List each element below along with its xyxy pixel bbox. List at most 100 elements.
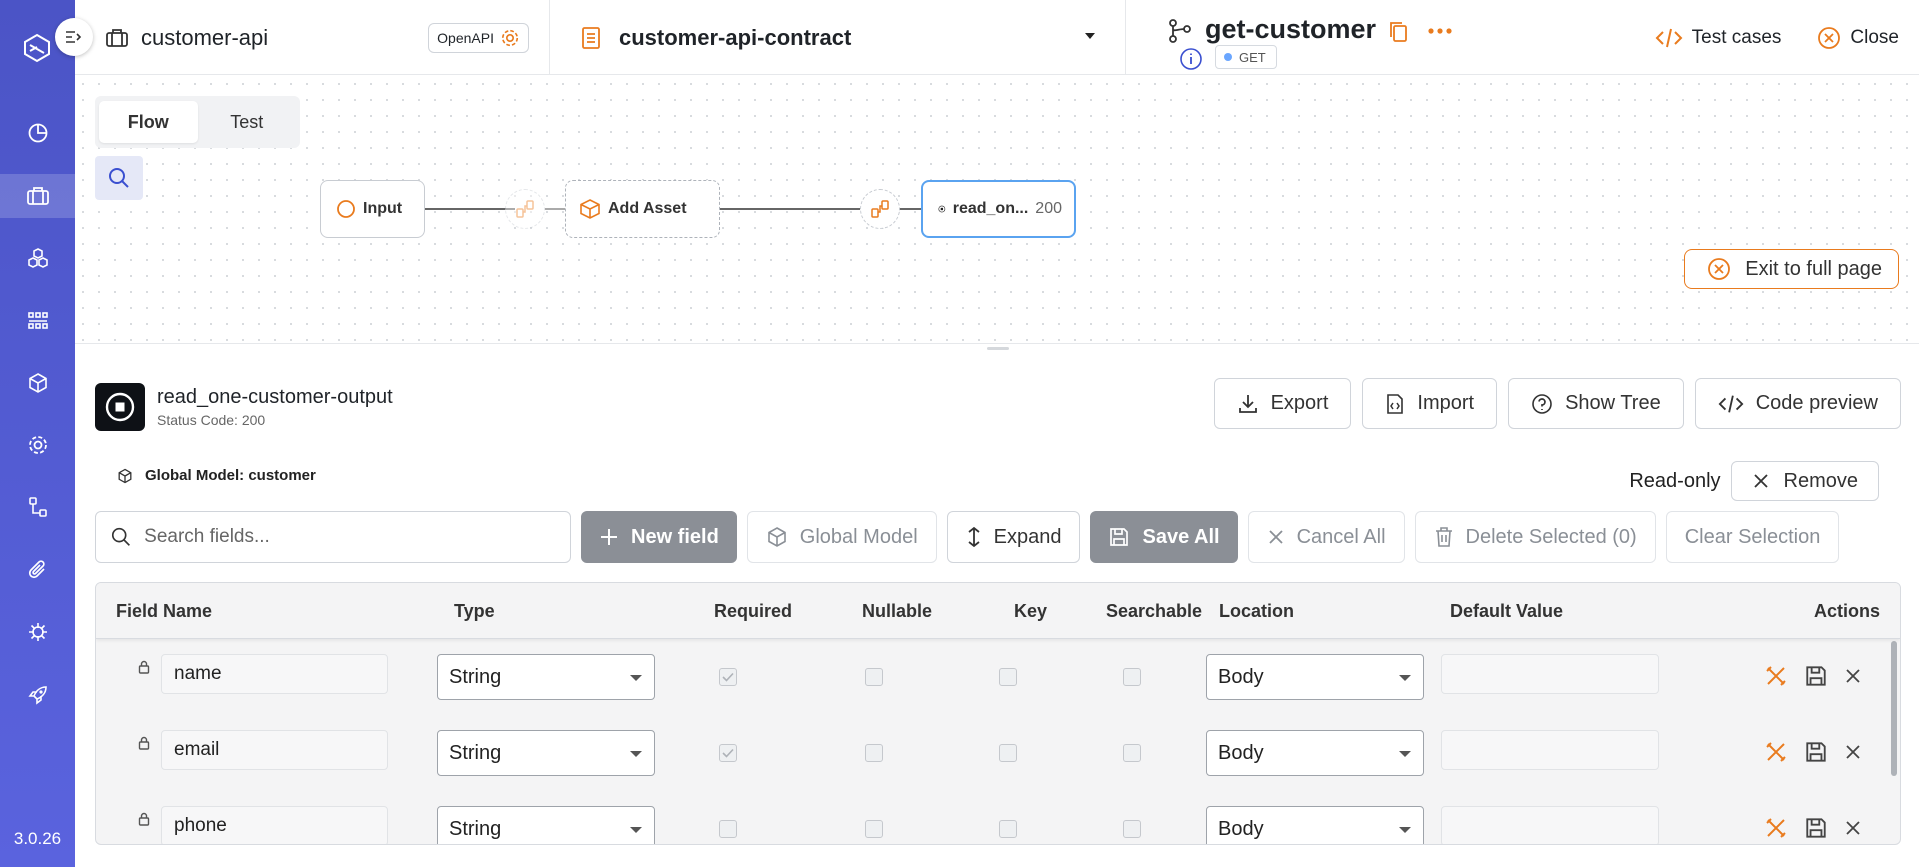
logo-icon[interactable] [22,33,52,63]
nav-models[interactable] [0,236,75,280]
field-name-input[interactable]: name [161,654,388,694]
code-preview-button[interactable]: Code preview [1694,378,1901,429]
table-header: Field Name Type Required Nullable Key Se… [96,583,1900,639]
default-value-input[interactable] [1441,730,1659,770]
key-checkbox[interactable] [999,744,1017,762]
import-button[interactable]: Import [1362,378,1498,429]
http-method-badge: GET [1215,45,1277,69]
delete-selected-button[interactable]: Delete Selected (0) [1414,511,1656,563]
type-select[interactable]: String [437,806,655,844]
more-icon[interactable] [1427,18,1453,44]
test-cases-label: Test cases [1691,26,1782,48]
node-label: Add Asset [608,200,687,217]
collapse-icon [66,31,82,43]
close-icon[interactable] [1844,667,1862,685]
collapse-sidebar-button[interactable] [55,18,93,56]
show-tree-button[interactable]: Show Tree [1508,378,1684,429]
required-checkbox[interactable] [719,668,737,686]
flow-connector[interactable] [505,189,545,229]
tools-icon[interactable] [1764,740,1788,764]
lock-icon [138,812,150,826]
input-node-icon [337,200,355,218]
cancel-all-button[interactable]: Cancel All [1247,511,1405,563]
flow-canvas[interactable]: Flow Test Input Add Asset read_on... 200 [75,76,1919,344]
location-select[interactable]: Body [1206,730,1424,776]
global-model-button[interactable]: Global Model [746,511,937,563]
nav-services[interactable] [0,299,75,343]
export-button[interactable]: Export [1213,378,1352,429]
canvas-search-button[interactable] [95,156,143,200]
type-select[interactable]: String [437,654,655,700]
key-checkbox[interactable] [999,820,1017,838]
tab-flow[interactable]: Flow [99,101,198,143]
scrollbar[interactable] [1891,641,1897,776]
read-only-row: Read-only Remove [1629,461,1879,501]
tools-icon[interactable] [1764,816,1788,840]
nav-workflows[interactable] [0,485,75,529]
col-field-name: Field Name [116,601,213,621]
nav-integrations[interactable] [0,610,75,654]
searchable-checkbox[interactable] [1123,820,1141,838]
required-checkbox[interactable] [719,820,737,838]
openapi-settings-button[interactable]: OpenAPI [428,23,529,53]
expand-button[interactable]: Expand [946,511,1081,563]
search-input[interactable] [144,526,556,548]
nav-deploy[interactable] [0,673,75,717]
default-value-input[interactable] [1441,806,1659,844]
nav-packages[interactable] [0,361,75,405]
location-select[interactable]: Body [1206,654,1424,700]
required-checkbox[interactable] [719,744,737,762]
operation-name: get-customer [1205,14,1377,44]
type-select[interactable]: String [437,730,655,776]
project-selector[interactable]: customer-api OpenAPI [105,0,550,75]
search-field[interactable] [95,511,571,563]
save-icon[interactable] [1804,816,1828,840]
remove-button[interactable]: Remove [1730,461,1879,501]
copy-icon[interactable] [1387,20,1409,44]
close-button[interactable]: Close [1817,26,1899,50]
nav-projects[interactable] [0,174,75,218]
nullable-checkbox[interactable] [865,744,883,762]
field-name-input[interactable]: phone [161,806,388,844]
field-name-input[interactable]: email [161,730,388,770]
table-row: name String Body [96,641,1888,717]
location-select[interactable]: Body [1206,806,1424,844]
flow-node-input[interactable]: Input [320,180,425,238]
info-icon[interactable] [1179,47,1203,71]
flow-connector[interactable] [860,189,900,229]
searchable-checkbox[interactable] [1123,744,1141,762]
panel-title: read_one-customer-output Status Code: 20… [95,383,393,431]
key-checkbox[interactable] [999,668,1017,686]
code-icon [1718,394,1744,413]
flow-edge [545,208,565,210]
searchable-checkbox[interactable] [1123,668,1141,686]
rocket-icon [27,686,47,705]
nullable-checkbox[interactable] [865,820,883,838]
nav-dashboard[interactable] [0,111,75,155]
flow-node-add-asset[interactable]: Add Asset [565,180,720,238]
clear-selection-button[interactable]: Clear Selection [1665,511,1840,563]
tools-icon[interactable] [1764,664,1788,688]
default-value-input[interactable] [1441,654,1659,694]
sidebar: 3.0.26 [0,0,93,867]
nav-attachments[interactable] [0,548,75,592]
chevron-down-icon [630,675,642,681]
close-icon[interactable] [1844,743,1862,761]
exit-full-page-button[interactable]: Exit to full page [1684,249,1899,289]
close-icon[interactable] [1844,819,1862,837]
expand-icon [968,526,980,548]
code-preview-label: Code preview [1755,392,1878,414]
save-icon[interactable] [1804,740,1828,764]
nav-settings[interactable] [0,423,75,467]
contract-selector[interactable]: customer-api-contract [551,0,1126,75]
location-value: Body [1218,665,1264,688]
tab-test[interactable]: Test [198,101,297,143]
nullable-checkbox[interactable] [865,668,883,686]
save-icon[interactable] [1804,664,1828,688]
save-all-button[interactable]: Save All [1090,511,1238,563]
flow-node-output[interactable]: read_on... 200 [921,180,1076,238]
new-field-button[interactable]: New field [581,511,737,563]
test-cases-button[interactable]: Test cases [1655,26,1782,49]
close-circle-icon [1818,26,1841,49]
help-icon [1532,393,1552,414]
